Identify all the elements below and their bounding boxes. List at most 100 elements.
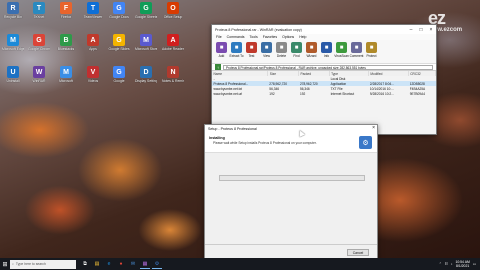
toolbar-button-comment[interactable]: ■ Comment	[350, 42, 363, 58]
toolbar-label: Test	[248, 54, 255, 58]
notes-icon: N	[167, 66, 179, 78]
test-icon: ■	[246, 42, 257, 53]
desktop-icon[interactable]: G Google Sheets	[135, 2, 157, 24]
desktop-icon-label: Apps	[89, 47, 97, 51]
menu-item[interactable]: Options	[282, 35, 294, 39]
slides-icon: G	[113, 34, 125, 46]
setup-subheading: Please wait while Setup installs Proteus…	[213, 141, 317, 145]
cell-crc: 9E7B09A4	[409, 91, 425, 96]
chrome-icon[interactable]: ●	[116, 259, 126, 269]
cell-packed: 192	[299, 91, 306, 96]
toolbar-button-info[interactable]: ■ Info	[320, 42, 333, 58]
desktop-icon-label: Microsoft Edge	[2, 47, 24, 51]
toolbar-button-extract-to[interactable]: ■ Extract To	[229, 42, 244, 58]
desktop-icon[interactable]: T TeXnet	[28, 2, 50, 24]
setup-titlebar[interactable]: Setup - Proteus 8 Professional ×	[205, 125, 377, 133]
texnet-icon: T	[33, 2, 45, 14]
desktop-icon-label: Recycle Bin	[4, 15, 22, 19]
toolbar-button-add[interactable]: ■ Add	[215, 42, 228, 58]
taskbar-search-input[interactable]: ⌕ Type here to search	[10, 259, 76, 269]
toolbar-label: VirusScan	[334, 54, 349, 58]
desktop-icon[interactable]: G Google	[108, 66, 130, 88]
cell-type: Internet Shortcut	[330, 91, 355, 96]
menu-item[interactable]: Commands	[227, 35, 245, 39]
desktop-icon[interactable]: AAdobe Reader DC	[162, 34, 184, 56]
toolbar-button-wizard[interactable]: ■ Wizard	[305, 42, 318, 58]
file-explorer-icon[interactable]: ▤	[92, 259, 102, 269]
toolbar-button-virusscan[interactable]: ■ VirusScan	[334, 42, 349, 58]
maximize-icon[interactable]: □	[416, 25, 426, 34]
setup-header: Installing Please wait while Setup insta…	[205, 133, 377, 153]
close-icon[interactable]: ×	[426, 25, 436, 34]
desktop-icon[interactable]: G Google Docs	[108, 2, 130, 24]
toolbar-button-view[interactable]: ■ View	[260, 42, 273, 58]
desktop-icon[interactable]: W WinRAR	[28, 66, 50, 88]
menu-item[interactable]: Favorites	[263, 35, 277, 39]
archive-path[interactable]: Proteus 8 Professional.rar\Proteus 8 Pro…	[223, 64, 433, 70]
desktop-icon[interactable]: O Office Setup	[162, 2, 184, 24]
firefox-icon: F	[60, 2, 72, 14]
desktop-icon[interactable]: F Firefox	[55, 2, 77, 24]
teamviewer-icon: T	[87, 2, 99, 14]
toolbar-button-find[interactable]: ■ Find	[290, 42, 303, 58]
winrar-icon: W	[33, 66, 45, 78]
dialog-divider	[205, 244, 377, 245]
cell-modified: 9/28/2016 10:2...	[369, 91, 394, 96]
table-row[interactable]: www.byumbe.net.url 192 192 Internet Shortcu…	[212, 91, 436, 96]
network-icon[interactable]: ☷	[445, 262, 448, 266]
close-icon[interactable]: ×	[372, 125, 375, 131]
mail-icon[interactable]: ✉	[128, 259, 138, 269]
bluestacks-icon: B	[60, 34, 72, 46]
system-tray: ⌃ ☷ ♪ 10:54 AM 8/1/2021 ▭	[439, 260, 480, 268]
delete-icon: ■	[276, 42, 287, 53]
up-folder-icon[interactable]: ↑	[215, 64, 221, 70]
toolbar-label: Add	[218, 54, 225, 58]
toolbar-label: Delete	[276, 54, 287, 58]
desktop-icon-label: Display Settings	[135, 79, 157, 83]
winrar-titlebar[interactable]: Proteus 8 Professional.rar - WinRAR (eva…	[212, 25, 436, 34]
desktop-icon[interactable]: NNotes & Reminders	[162, 66, 184, 88]
menu-item[interactable]: Help	[299, 35, 306, 39]
desktop-icon[interactable]: M Microsoft Edge	[2, 34, 24, 56]
winrar-icon[interactable]: ▦	[140, 259, 150, 269]
desktop-icon[interactable]: A Apps	[82, 34, 104, 56]
desktop-icon[interactable]: U Uninstall	[2, 66, 24, 88]
desktop-icon[interactable]: R Recycle Bin	[2, 2, 24, 24]
uninstall-icon: U	[7, 66, 19, 78]
desktop-icon[interactable]: T TeamViewer	[82, 2, 104, 24]
chevron-up-icon[interactable]: ⌃	[439, 262, 442, 266]
desktop-icon[interactable]: M Microsoft Store	[135, 34, 157, 56]
google-icon: G	[113, 66, 125, 78]
toolbar-button-protect[interactable]: ■ Protect	[365, 42, 378, 58]
notifications-icon[interactable]: ▭	[473, 262, 476, 266]
taskbar-clock[interactable]: 10:54 AM 8/1/2021	[455, 260, 469, 268]
minimize-icon[interactable]: –	[406, 25, 416, 34]
setup-dialog: Setup - Proteus 8 Professional × Install…	[204, 124, 378, 260]
desktop-icon-label: TeamViewer	[83, 15, 103, 19]
setup-icon[interactable]: ⚙	[152, 259, 162, 269]
winrar-title: Proteus 8 Professional.rar - WinRAR (eva…	[215, 27, 302, 32]
setup-title: Setup - Proteus 8 Professional	[208, 127, 257, 131]
display-icon: D	[140, 66, 152, 78]
desktop-icon[interactable]: V Videos	[82, 66, 104, 88]
toolbar-button-delete[interactable]: ■ Delete	[275, 42, 288, 58]
winrar-address-bar: ↑ Proteus 8 Professional.rar\Proteus 8 P…	[212, 64, 436, 71]
task-view-icon[interactable]: ⧉	[80, 259, 90, 269]
desktop-icon[interactable]: D Display Settings	[135, 66, 157, 88]
toolbar-button-test[interactable]: ■ Test	[245, 42, 258, 58]
wizard-icon: ■	[306, 42, 317, 53]
cancel-button[interactable]: Cancel	[347, 249, 369, 256]
volume-icon[interactable]: ♪	[451, 262, 453, 266]
edge-icon[interactable]: e	[104, 259, 114, 269]
menu-item[interactable]: Tools	[250, 35, 258, 39]
desktop-icon[interactable]: M Microsoft	[55, 66, 77, 88]
start-button[interactable]: ⊞	[0, 258, 10, 270]
cell-name: www.byumbe.net.url	[213, 91, 243, 96]
edge-icon: M	[7, 34, 19, 46]
desktop-icon[interactable]: G Google Slides	[108, 34, 130, 56]
desktop-icon[interactable]: G Google Chrome	[28, 34, 50, 56]
desktop-icon-label: Microsoft Store	[135, 47, 157, 51]
desktop-icon[interactable]: B Bluestacks	[55, 34, 77, 56]
menu-item[interactable]: File	[216, 35, 222, 39]
desktop-icon-label: Google Docs	[109, 15, 129, 19]
